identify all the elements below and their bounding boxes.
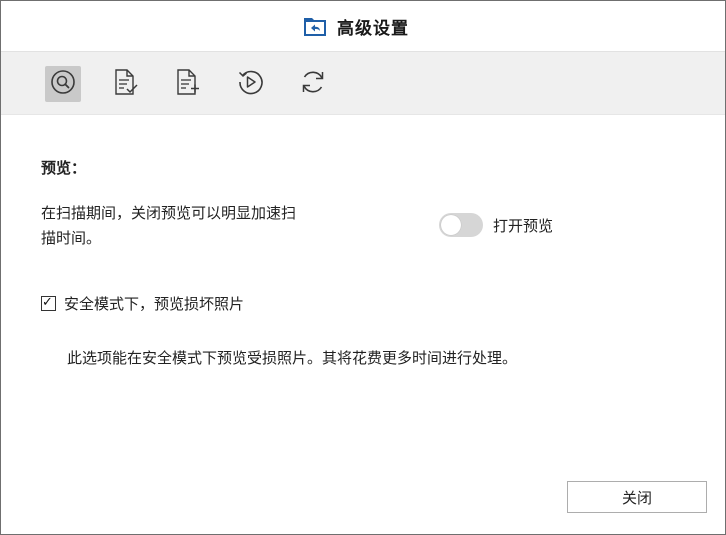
safe-mode-note: 此选项能在安全模式下预览受损照片。其将花费更多时间进行处理。 [67, 349, 518, 367]
toolbar-file-types-button[interactable] [107, 66, 143, 102]
advanced-settings-dialog: 高级设置 预览： 在扫描期间，关闭预览可以明显加速扫 描时间。 打开预览 ✓ 安… [0, 0, 726, 535]
preview-description-line1: 在扫描期间，关闭预览可以明显加速扫 [41, 204, 297, 222]
title-bar: 高级设置 [1, 1, 725, 51]
toolbar [1, 51, 725, 115]
refresh-icon [298, 67, 328, 101]
preview-toggle-label: 打开预览 [493, 217, 554, 235]
restore-folder-icon [303, 15, 327, 37]
toolbar-add-file-type-button[interactable] [169, 66, 205, 102]
document-check-icon [110, 67, 140, 101]
toolbar-preview-button[interactable] [45, 66, 81, 102]
close-button[interactable]: 关闭 [567, 481, 707, 513]
toggle-knob [441, 215, 461, 235]
safe-mode-checkbox[interactable]: ✓ [41, 295, 56, 311]
window-title: 高级设置 [337, 18, 409, 39]
preview-description: 在扫描期间，关闭预览可以明显加速扫 描时间。 [41, 201, 401, 251]
preview-description-line2: 描时间。 [41, 229, 102, 247]
toolbar-update-button[interactable] [295, 66, 331, 102]
title-group: 高级设置 [303, 14, 409, 39]
document-add-icon [172, 67, 202, 101]
toolbar-resume-button[interactable] [232, 66, 268, 102]
check-icon: ✓ [42, 295, 53, 310]
preview-toggle[interactable] [439, 213, 483, 237]
preview-section-title: 预览： [41, 159, 87, 177]
safe-mode-option[interactable]: ✓ 安全模式下，预览损坏照片 [41, 293, 244, 314]
search-circle-icon [48, 67, 78, 101]
play-circle-icon [235, 67, 265, 101]
safe-mode-label: 安全模式下，预览损坏照片 [64, 295, 245, 313]
